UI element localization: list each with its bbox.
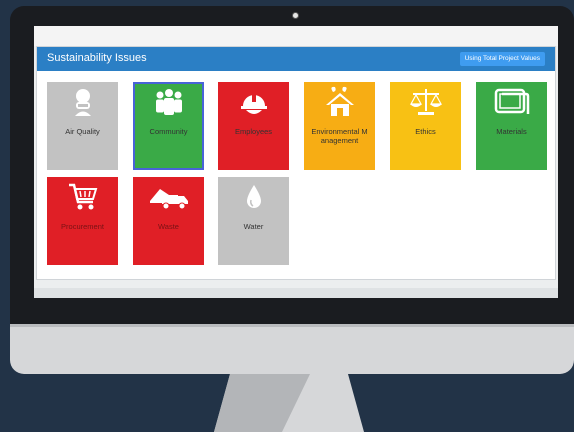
tile-label: Waste — [158, 222, 179, 231]
monitor-stand — [214, 374, 364, 432]
camera-icon — [292, 12, 299, 19]
tile-label: Air Quality — [65, 127, 100, 136]
tile-ethics[interactable]: Ethics — [390, 82, 461, 170]
water-drop-icon — [218, 181, 289, 213]
tile-materials[interactable]: Materials — [476, 82, 547, 170]
tile-employees[interactable]: Employees — [218, 82, 289, 170]
community-icon — [133, 86, 204, 118]
panel-title: Sustainability Issues — [47, 52, 147, 64]
materials-icon — [476, 86, 547, 118]
shopping-cart-icon — [47, 181, 118, 213]
sustainability-panel: Sustainability Issues Using Total Projec… — [36, 46, 556, 280]
tile-label: Materials — [496, 127, 527, 136]
total-project-values-button[interactable]: Using Total Project Values — [459, 52, 545, 66]
tile-label: Employees — [234, 127, 273, 136]
monitor-screen: Sustainability Issues Using Total Projec… — [34, 26, 558, 298]
tile-label: Water — [243, 222, 264, 231]
panel-header: Sustainability Issues Using Total Projec… — [37, 47, 555, 71]
tile-air-quality[interactable]: Air Quality — [47, 82, 118, 170]
scales-icon — [390, 86, 461, 118]
tile-label: Environmental Management — [311, 127, 368, 145]
eco-house-icon — [304, 86, 375, 118]
dump-truck-icon — [133, 181, 204, 213]
bottom-strip — [34, 288, 558, 298]
tile-label: Community — [149, 127, 188, 136]
top-strip — [34, 26, 558, 46]
tile-label: Procurement — [61, 222, 104, 231]
tile-procurement[interactable]: Procurement — [47, 177, 118, 265]
tile-environmental-management[interactable]: Environmental Management — [304, 82, 375, 170]
air-quality-icon — [47, 86, 118, 118]
monitor-chin — [10, 324, 574, 374]
chin-divider — [10, 324, 574, 327]
tile-water[interactable]: Water — [218, 177, 289, 265]
tile-label: Ethics — [415, 127, 436, 136]
tile-community[interactable]: Community — [133, 82, 204, 170]
tile-waste[interactable]: Waste — [133, 177, 204, 265]
hard-hat-icon — [218, 86, 289, 118]
